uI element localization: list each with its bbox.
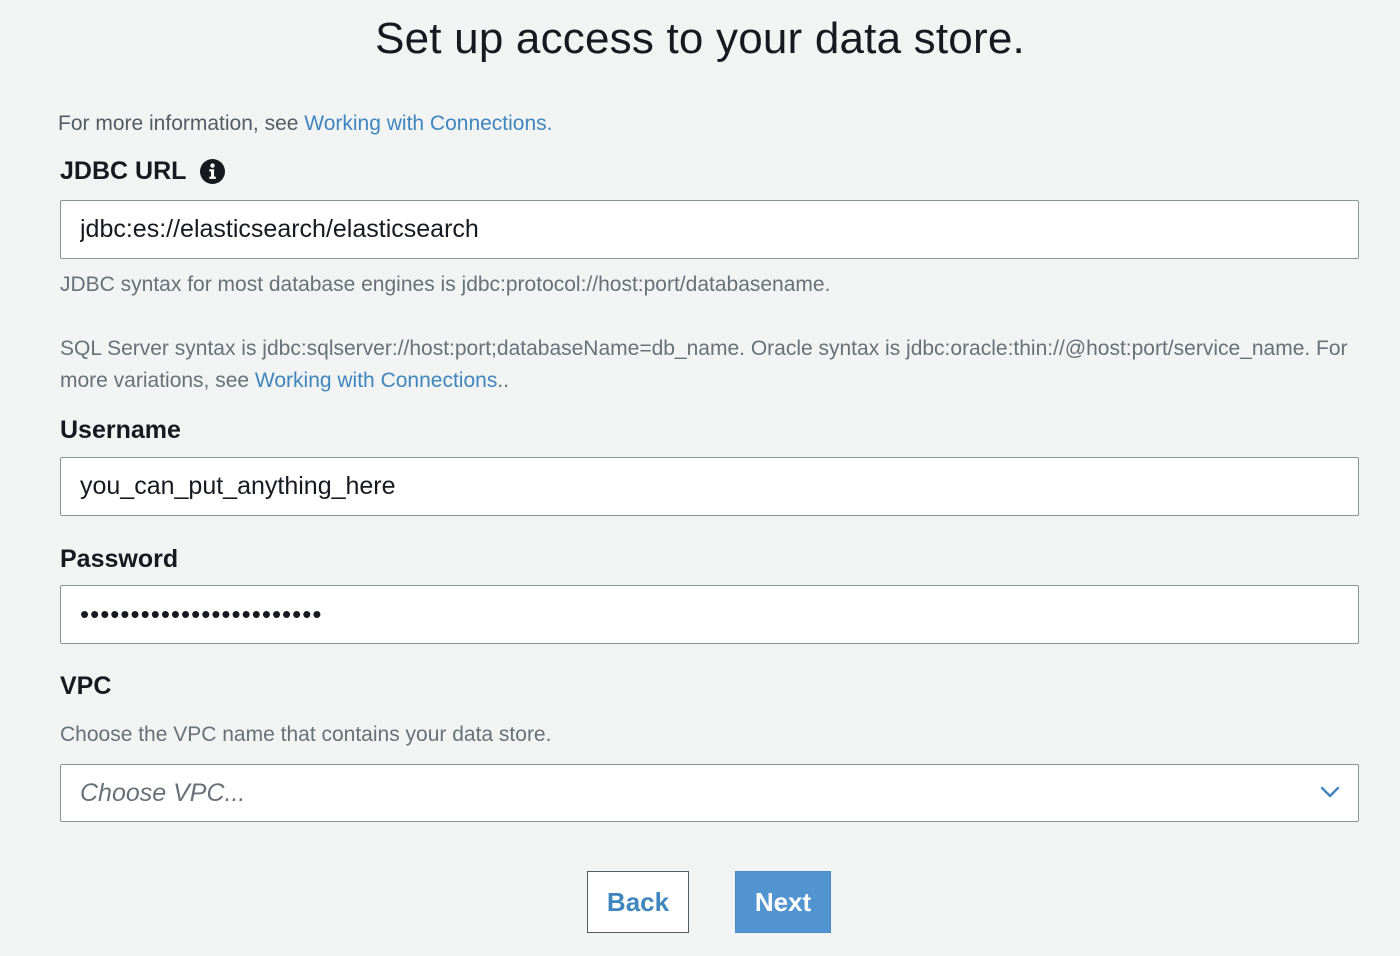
info-icon[interactable] [200, 159, 226, 184]
jdbc-url-label-row: JDBC URL [60, 157, 226, 186]
working-with-connections-link[interactable]: Working with Connections. [304, 112, 552, 135]
info-prefix: For more information, see [58, 112, 305, 135]
sql-syntax-suffix: .. [497, 369, 509, 392]
back-button[interactable]: Back [587, 871, 689, 933]
username-label: Username [60, 416, 181, 444]
vpc-placeholder: Choose VPC... [80, 779, 246, 807]
password-input[interactable] [60, 585, 1359, 644]
next-button[interactable]: Next [735, 871, 831, 933]
setup-data-store-page: Set up access to your data store. For mo… [0, 0, 1400, 956]
page-title: Set up access to your data store. [375, 14, 1025, 63]
jdbc-syntax-help: JDBC syntax for most database engines is… [60, 273, 831, 296]
chevron-down-icon [1320, 785, 1340, 804]
sql-syntax-text: SQL Server syntax is jdbc:sqlserver://ho… [60, 337, 1348, 392]
jdbc-url-label: JDBC URL [60, 157, 187, 185]
vpc-select[interactable]: Choose VPC... [60, 764, 1359, 822]
sql-server-syntax-help: SQL Server syntax is jdbc:sqlserver://ho… [60, 333, 1360, 397]
info-line: For more information, see Working with C… [58, 112, 553, 136]
vpc-label: VPC [60, 672, 112, 700]
password-label: Password [60, 545, 179, 573]
username-input[interactable] [60, 457, 1359, 516]
jdbc-url-input[interactable] [60, 200, 1359, 259]
vpc-help: Choose the VPC name that contains your d… [60, 723, 552, 746]
working-with-connections-link-2[interactable]: Working with Connections [255, 369, 497, 392]
